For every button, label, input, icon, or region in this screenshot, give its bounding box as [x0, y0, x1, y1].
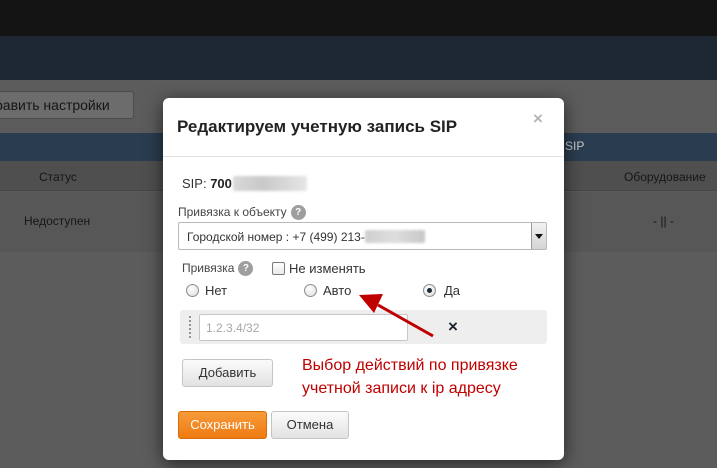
binding-label: Привязка? — [182, 261, 254, 276]
object-select-value: Городской номер : +7 (499) 213- — [187, 230, 425, 244]
radio-auto-label: Авто — [323, 283, 352, 298]
sip-number: 700 — [210, 176, 232, 191]
column-status: Статус — [39, 170, 77, 184]
cell-equipment: - || - — [653, 214, 674, 228]
radio-yes[interactable] — [423, 284, 436, 297]
annotation-line-1: Выбор действий по привязке — [302, 357, 518, 374]
sip-account-line: SIP: 700 — [182, 176, 307, 191]
annotation-line-2: учетной записи к ip адресу — [302, 380, 501, 397]
radio-auto[interactable] — [304, 284, 317, 297]
object-binding-label: Привязка к объекту? — [178, 205, 306, 220]
no-change-checkbox[interactable] — [272, 262, 285, 275]
cancel-button[interactable]: Отмена — [271, 411, 349, 439]
object-binding-text: Привязка к объекту — [178, 205, 287, 219]
close-icon[interactable]: × — [533, 110, 543, 127]
column-sip: SIP — [565, 139, 585, 153]
object-select-text: Городской номер : +7 (499) 213- — [187, 230, 365, 244]
annotation-text: Выбор действий по привязке учетной запис… — [302, 354, 518, 400]
radio-no[interactable] — [186, 284, 199, 297]
ip-address-row: × — [180, 310, 547, 344]
no-change-label: Не изменять — [289, 261, 366, 276]
top-bar — [0, 0, 717, 36]
sip-label: SIP: — [182, 176, 207, 191]
header-bar — [0, 36, 717, 80]
remove-icon[interactable]: × — [448, 318, 458, 335]
drag-handle-icon[interactable] — [188, 315, 192, 339]
chevron-down-icon[interactable] — [531, 223, 546, 249]
redacted-sip-digits — [232, 176, 307, 191]
redacted-phone-digits — [364, 230, 425, 243]
ip-address-input[interactable] — [199, 314, 408, 341]
help-icon[interactable]: ? — [238, 261, 254, 276]
radio-no-label: Нет — [205, 283, 228, 298]
radio-yes-label: Да — [444, 283, 461, 298]
edit-sip-dialog: Редактируем учетную запись SIP × SIP: 70… — [163, 98, 564, 460]
cell-status: Недоступен — [24, 214, 91, 228]
object-select[interactable]: Городской номер : +7 (499) 213- — [178, 222, 547, 250]
save-button[interactable]: Сохранить — [178, 411, 267, 439]
dialog-header: Редактируем учетную запись SIP × — [163, 98, 564, 157]
edit-settings-button[interactable]: равить настройки — [0, 91, 134, 119]
help-icon[interactable]: ? — [290, 205, 306, 220]
column-equipment: Оборудование — [624, 170, 706, 184]
dialog-title: Редактируем учетную запись SIP — [177, 117, 458, 136]
binding-text: Привязка — [182, 261, 235, 275]
add-button[interactable]: Добавить — [182, 359, 273, 387]
